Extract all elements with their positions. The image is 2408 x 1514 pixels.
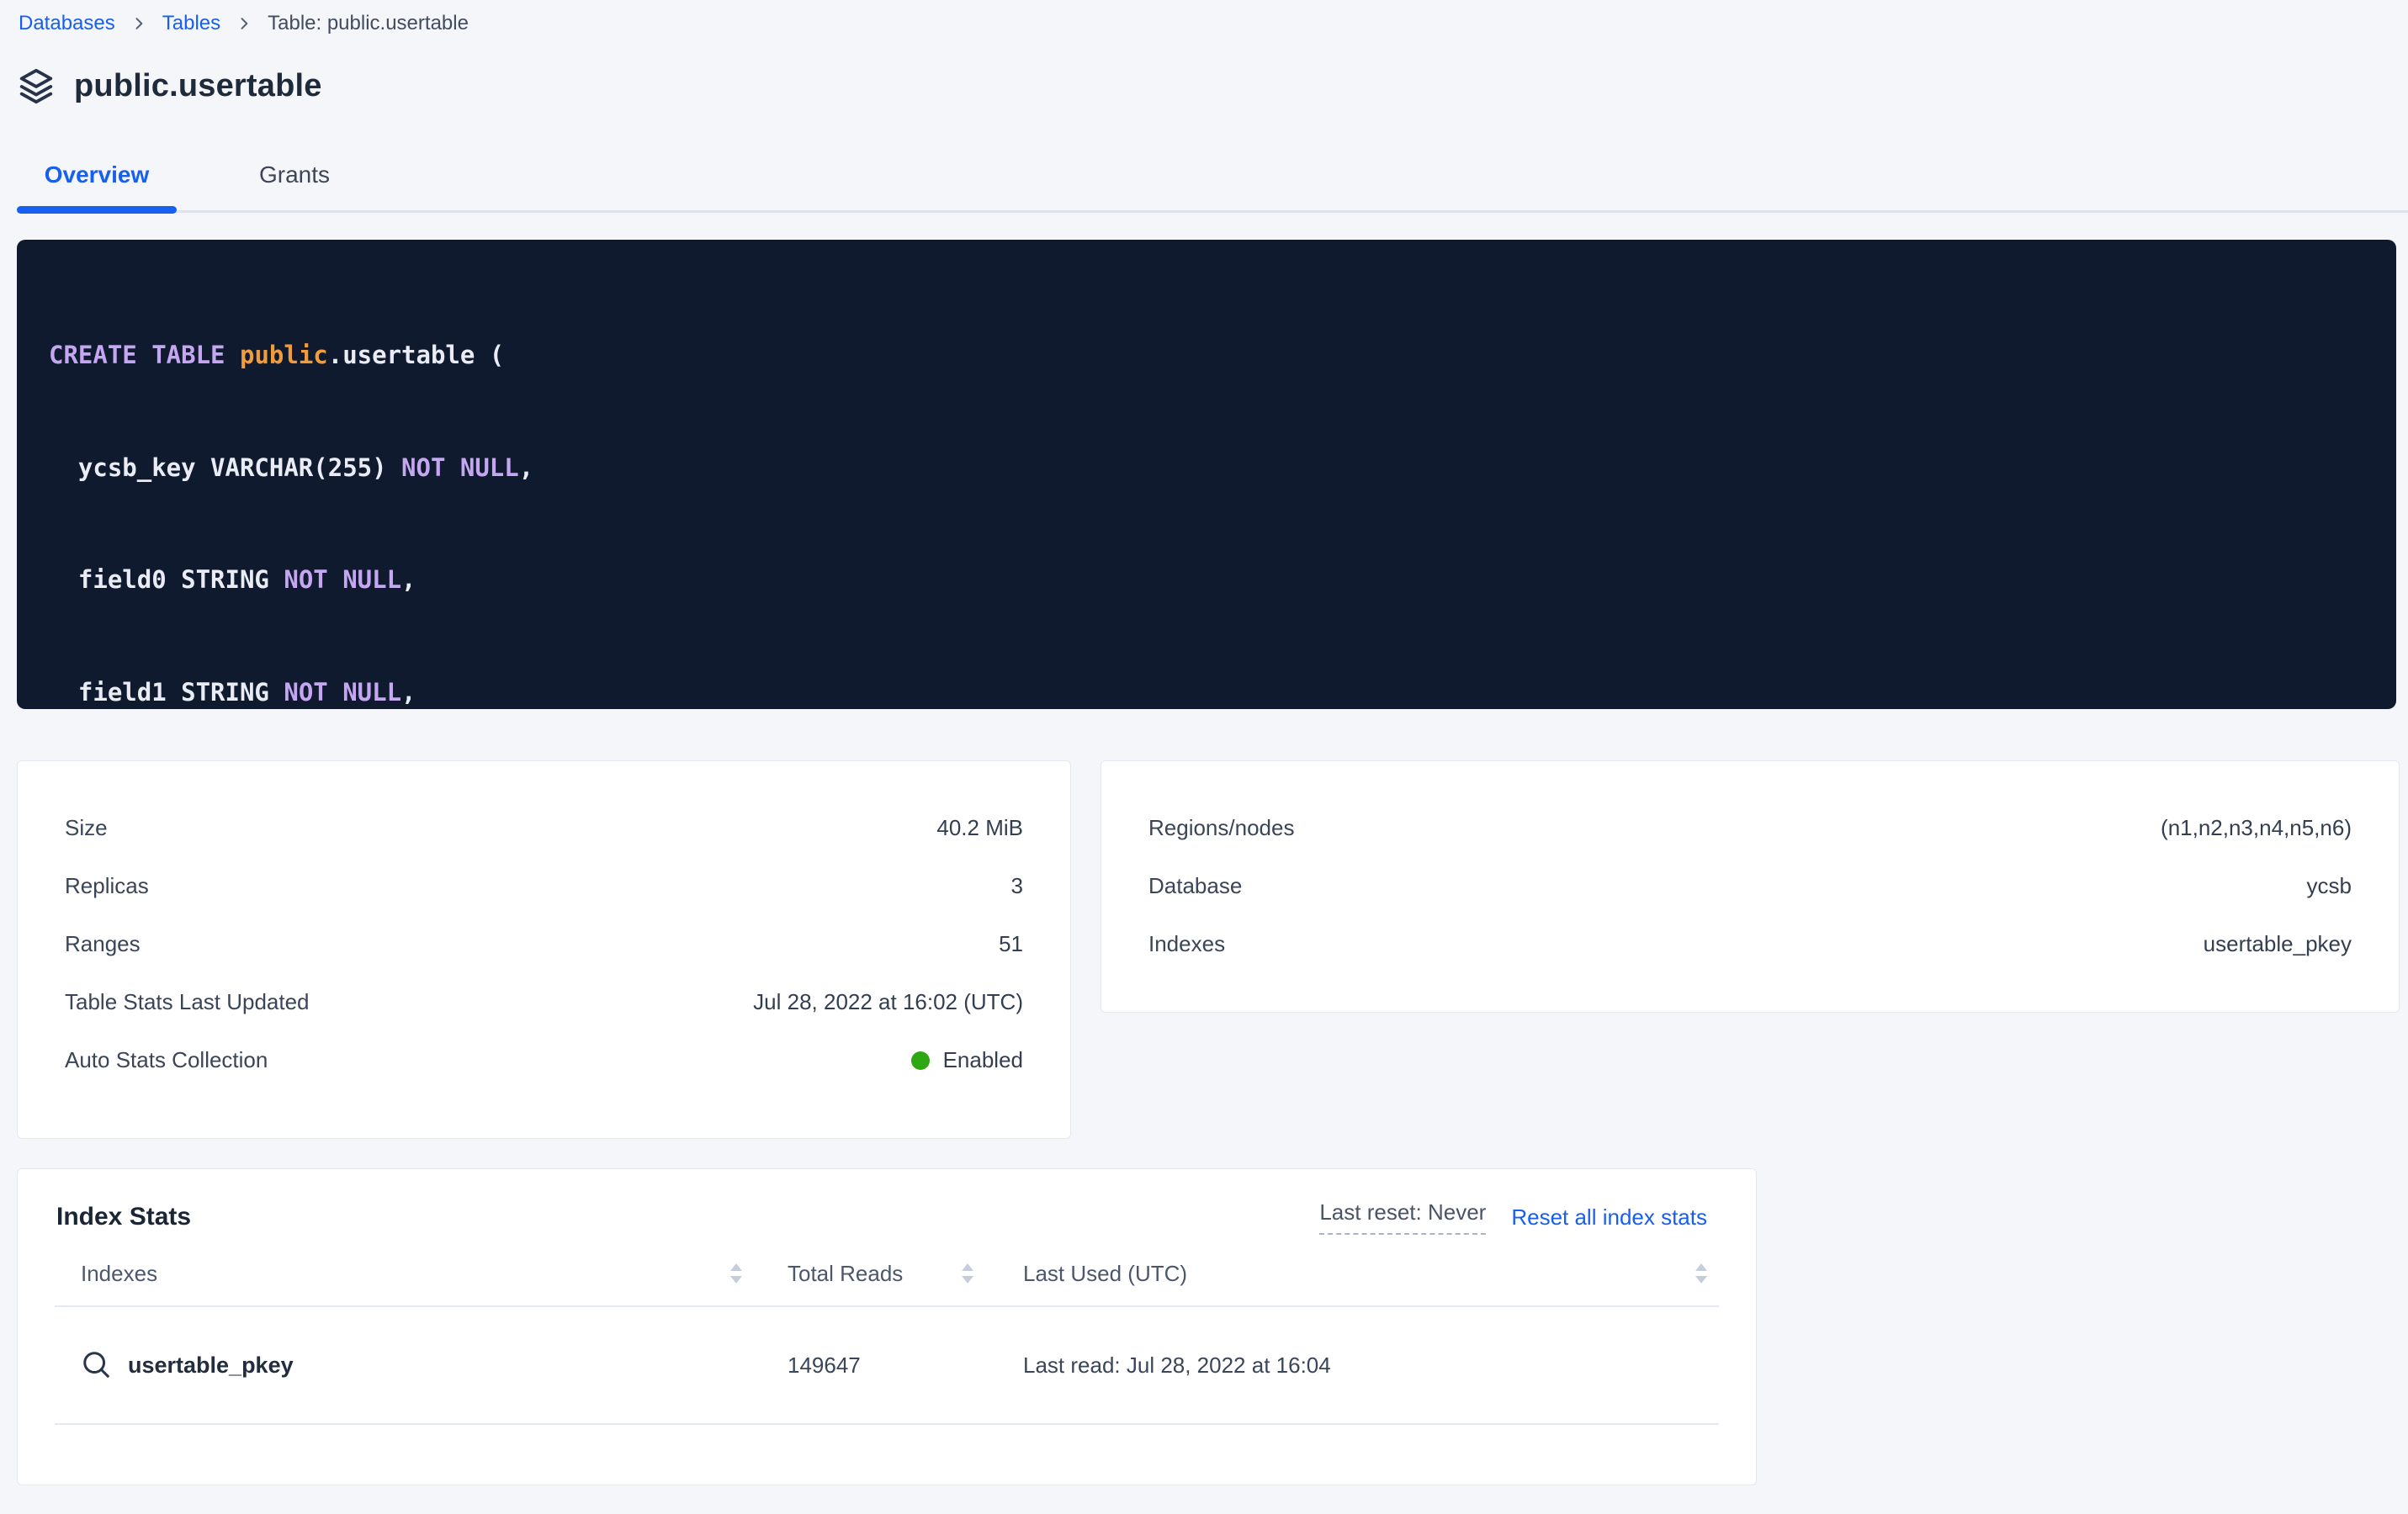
breadcrumb: Databases Tables Table: public.usertable [19, 12, 2408, 35]
stat-row-auto-stats: Auto Stats Collection Enabled [65, 1031, 1023, 1089]
status-text: Enabled [943, 1047, 1023, 1073]
chevron-right-icon [236, 15, 252, 32]
stat-value: 40.2 MiB [936, 815, 1023, 841]
sort-arrows-icon [727, 1260, 745, 1287]
page-title-row: public.usertable [17, 66, 2408, 106]
page-title: public.usertable [74, 68, 322, 104]
sql-line: field1 STRING NOT NULL, [49, 674, 2363, 710]
column-label: Last Used (UTC) [1023, 1261, 1187, 1287]
last-reset-tooltip-trigger[interactable]: Last reset: Never [1319, 1199, 1486, 1235]
tab-overview[interactable]: Overview [17, 140, 177, 210]
index-name-cell: usertable_pkey [81, 1349, 788, 1381]
status-dot-green [911, 1051, 930, 1070]
magnifier-icon [81, 1349, 113, 1381]
stat-label: Size [65, 815, 108, 841]
stat-row-stats-updated: Table Stats Last Updated Jul 28, 2022 at… [65, 973, 1023, 1031]
stat-row-regions: Regions/nodes (n1,n2,n3,n4,n5,n6) [1148, 799, 2352, 857]
index-stats-title: Index Stats [56, 1203, 191, 1231]
stat-value: Jul 28, 2022 at 16:02 (UTC) [753, 989, 1023, 1015]
breadcrumb-link-databases[interactable]: Databases [19, 12, 115, 35]
sql-line: ycsb_key VARCHAR(255) NOT NULL, [49, 449, 2363, 487]
total-reads-cell: 149647 [788, 1353, 1023, 1379]
stat-label: Table Stats Last Updated [65, 989, 310, 1015]
stat-label: Regions/nodes [1148, 815, 1294, 841]
index-stats-card: Index Stats Last reset: Never Reset all … [17, 1168, 1757, 1485]
index-stats-controls: Last reset: Never Reset all index stats [1319, 1199, 1707, 1235]
table-location-card: Regions/nodes (n1,n2,n3,n4,n5,n6) Databa… [1101, 760, 2400, 1013]
stat-label: Ranges [65, 931, 141, 957]
sql-line: CREATE TABLE public.usertable ( [49, 336, 2363, 374]
index-table-row: usertable_pkey 149647 Last read: Jul 28,… [55, 1307, 1719, 1425]
active-tab-indicator [17, 206, 177, 214]
sort-arrows-icon [958, 1260, 977, 1287]
stat-label: Auto Stats Collection [65, 1047, 268, 1073]
stat-value: (n1,n2,n3,n4,n5,n6) [2161, 815, 2352, 841]
last-used-cell: Last read: Jul 28, 2022 at 16:04 [1023, 1353, 1719, 1379]
chevron-right-icon [130, 15, 147, 32]
breadcrumb-link-tables[interactable]: Tables [162, 12, 220, 35]
table-details-card: Size 40.2 MiB Replicas 3 Ranges 51 Table… [17, 760, 1071, 1139]
stat-label: Replicas [65, 873, 149, 899]
create-table-sql: CREATE TABLE public.usertable ( ycsb_key… [17, 240, 2396, 709]
stat-value: 51 [999, 931, 1023, 957]
stat-value: usertable_pkey [2204, 931, 2352, 957]
stat-row-size: Size 40.2 MiB [65, 799, 1023, 857]
column-label: Indexes [81, 1261, 157, 1287]
stat-value: ycsb [2307, 873, 2352, 899]
tab-grants[interactable]: Grants [227, 140, 362, 210]
column-header-last-used[interactable]: Last Used (UTC) [1023, 1260, 1719, 1287]
index-stats-header: Index Stats Last reset: Never Reset all … [18, 1169, 1756, 1235]
breadcrumb-current: Table: public.usertable [268, 12, 469, 35]
column-header-total-reads[interactable]: Total Reads [788, 1260, 1023, 1287]
reset-index-stats-link[interactable]: Reset all index stats [1511, 1204, 1707, 1231]
stat-label: Indexes [1148, 931, 1225, 957]
stat-row-replicas: Replicas 3 [65, 857, 1023, 915]
tab-bar: Overview Grants [17, 140, 2408, 213]
index-name-link[interactable]: usertable_pkey [128, 1353, 294, 1379]
stat-value: 3 [1011, 873, 1023, 899]
sort-arrows-icon [1692, 1260, 1711, 1287]
sql-line: field0 STRING NOT NULL, [49, 561, 2363, 599]
stat-value: Enabled [911, 1047, 1023, 1073]
stat-label: Database [1148, 873, 1242, 899]
column-header-indexes[interactable]: Indexes [81, 1260, 788, 1287]
stat-row-indexes: Indexes usertable_pkey [1148, 915, 2352, 973]
stat-row-ranges: Ranges 51 [65, 915, 1023, 973]
stat-row-database: Database ycsb [1148, 857, 2352, 915]
summary-cards-row: Size 40.2 MiB Replicas 3 Ranges 51 Table… [17, 760, 2408, 1139]
layers-icon [17, 66, 56, 105]
column-label: Total Reads [788, 1261, 903, 1287]
index-table-header: Indexes Total Reads Last Used (UTC) [55, 1260, 1719, 1307]
